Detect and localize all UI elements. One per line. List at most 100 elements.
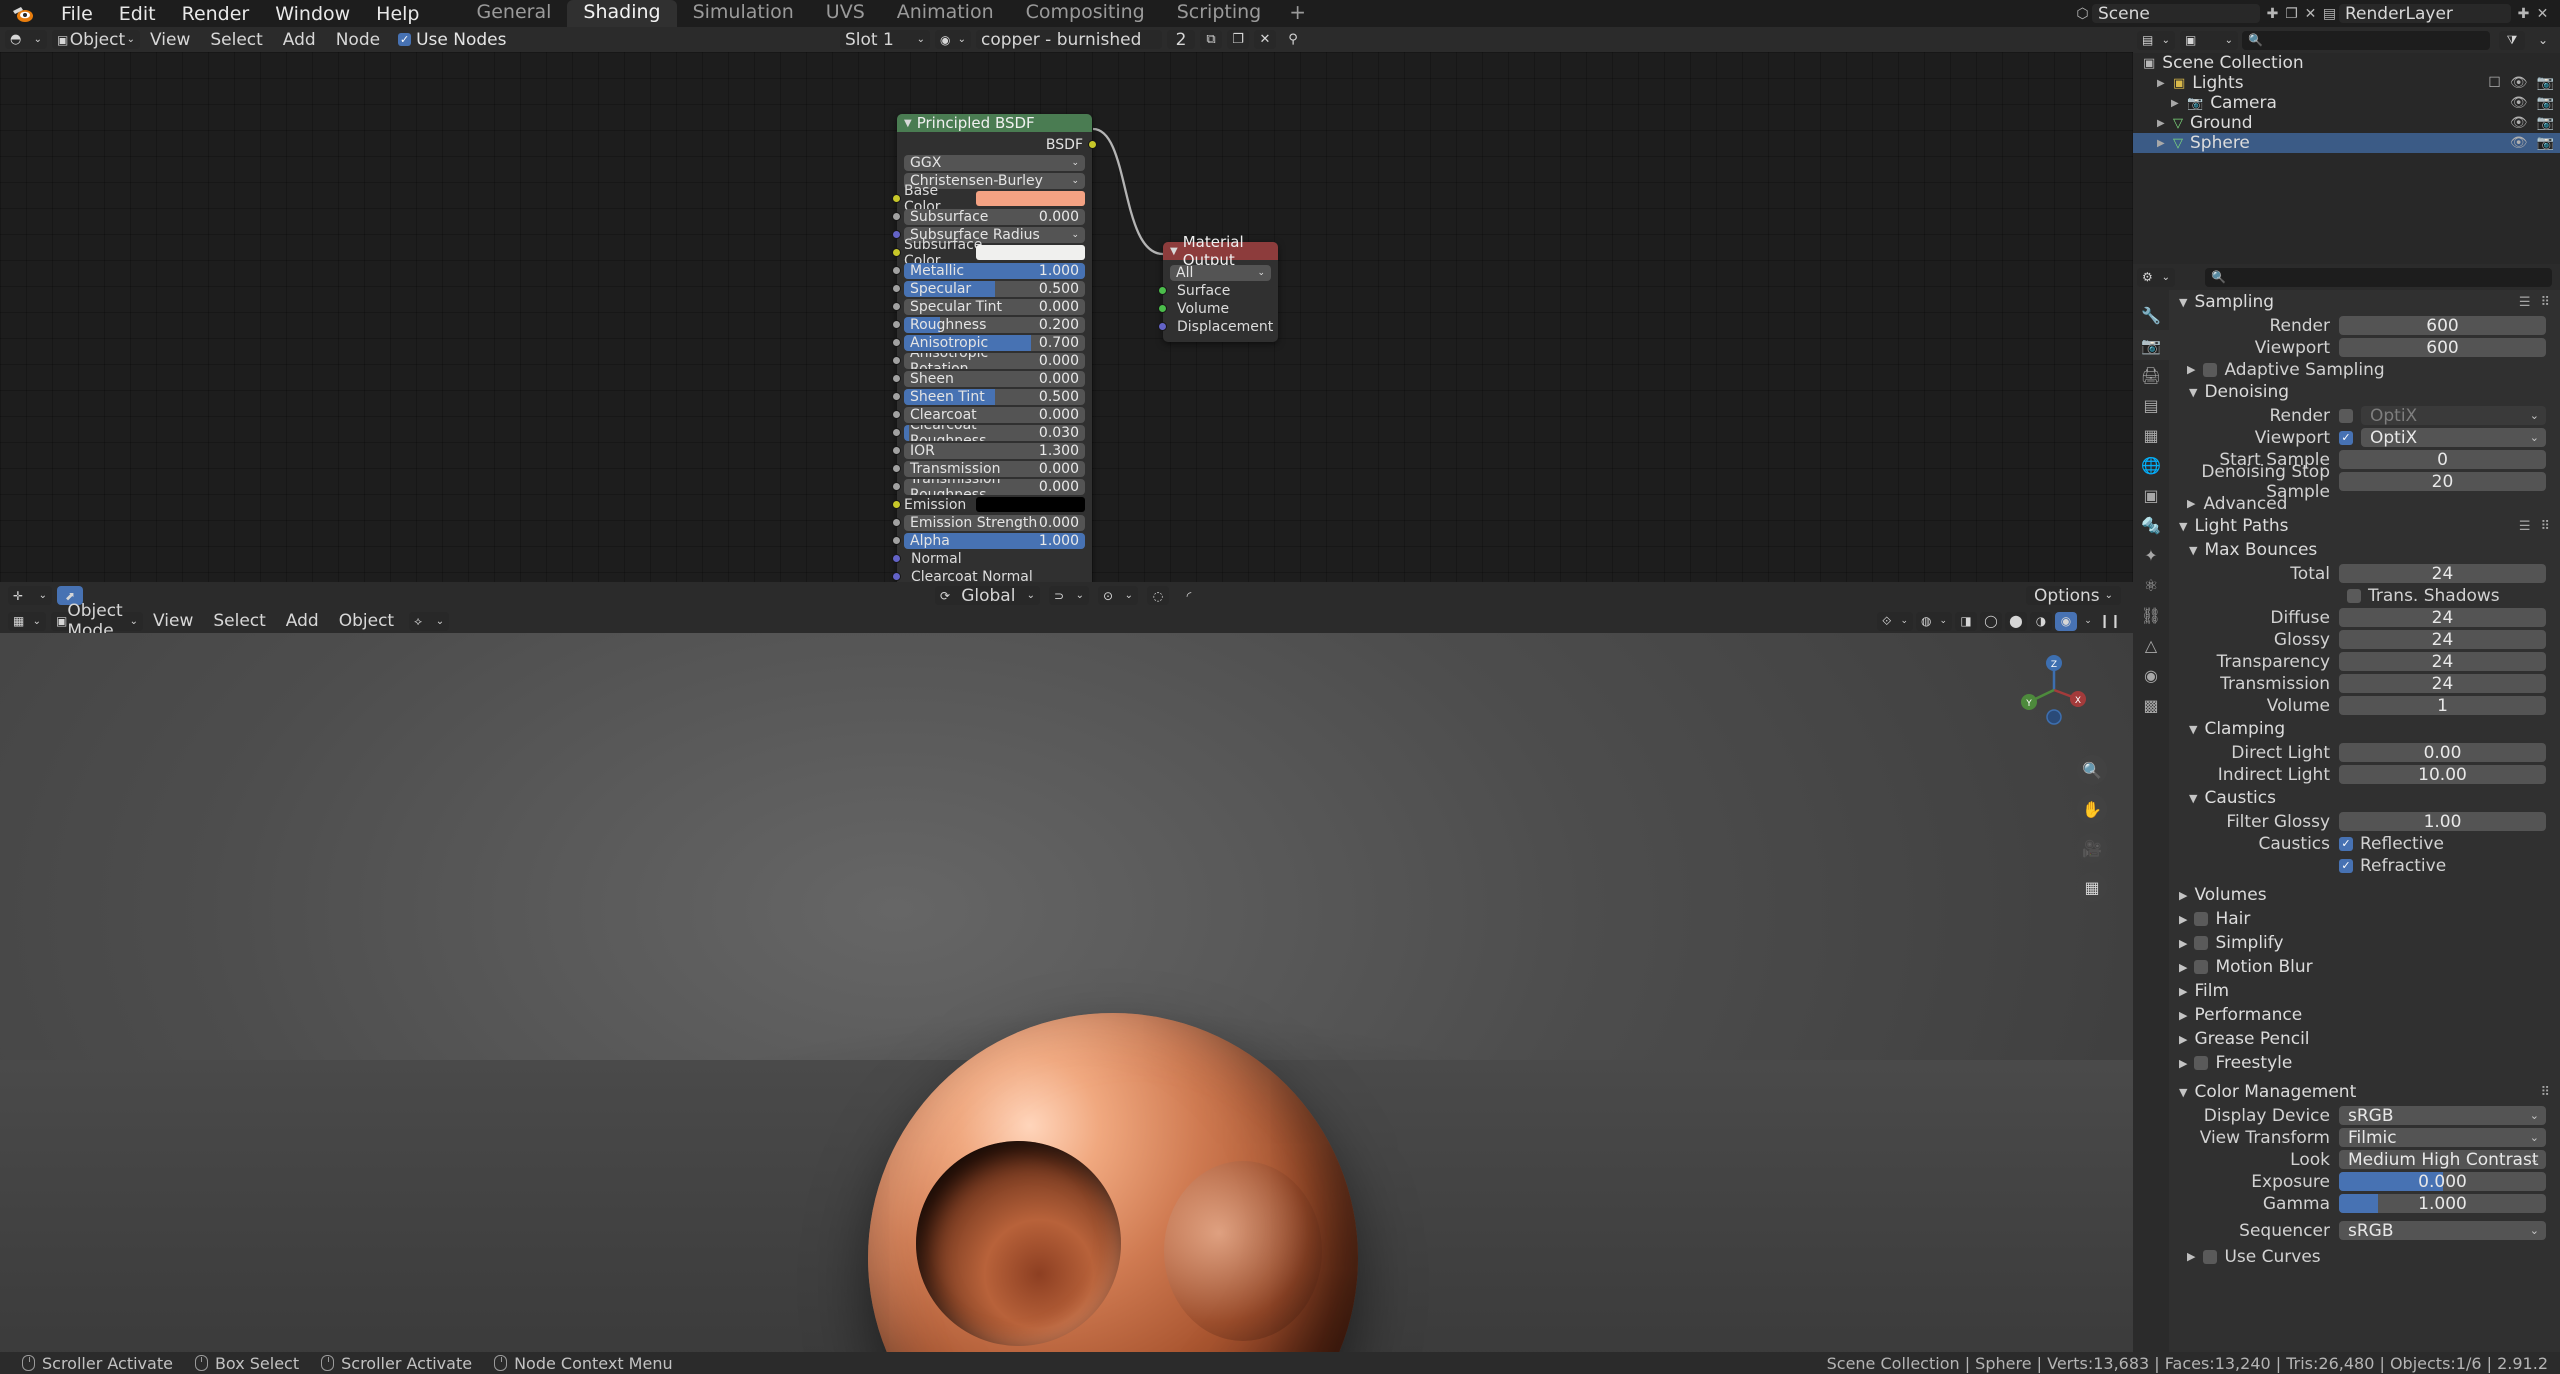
slider-sheen-tint[interactable]: Sheen Tint 0.500 — [904, 388, 1085, 405]
row-adaptive-sampling[interactable]: ▶ Adaptive Sampling — [2169, 359, 2560, 380]
field-bounce-volume[interactable]: 1 — [2339, 696, 2546, 715]
collapse-triangle-icon[interactable]: ▼ — [2179, 1086, 2187, 1099]
slider-ior[interactable]: IOR 1.300 — [904, 442, 1085, 459]
socket-clearcoat[interactable] — [892, 410, 901, 419]
row-render-samples[interactable]: Render 600 — [2169, 315, 2546, 336]
panel-checkbox[interactable] — [2194, 1056, 2209, 1070]
expand-triangle-icon[interactable]: ▶ — [2179, 937, 2187, 950]
socket-displacement[interactable] — [1158, 322, 1167, 331]
socket-clearcoat-normal[interactable] — [892, 572, 901, 581]
field-render-samples[interactable]: 600 — [2339, 316, 2546, 335]
camera-icon[interactable]: 📷 — [2537, 75, 2554, 91]
display-mode-dropdown[interactable]: ▣ ⌄ — [2180, 30, 2238, 50]
eye-icon[interactable]: 👁 — [2510, 115, 2528, 131]
row-use-curves[interactable]: ▶ Use Curves — [2169, 1246, 2560, 1267]
pivot-point-dropdown[interactable]: ⊙ ⌄ — [1098, 586, 1138, 605]
node-row-distribution[interactable]: GGX ⌄ — [904, 154, 1085, 171]
shader-type-selector[interactable]: ▣ Object ⌄ — [52, 30, 140, 50]
row-caustics-reflective[interactable]: Caustics ✓ Reflective — [2169, 833, 2546, 854]
row-display-device[interactable]: Display Device sRGB ⌄ — [2169, 1105, 2546, 1126]
eye-icon[interactable]: 👁 — [2510, 95, 2528, 111]
row-advanced[interactable]: ▶ Advanced — [2169, 493, 2560, 514]
slider-subsurface[interactable]: Subsurface 0.000 — [904, 208, 1085, 225]
panel-header-motion-blur[interactable]: ▶ Motion Blur — [2169, 955, 2560, 979]
node-output-bsdf[interactable]: BSDF — [897, 136, 1097, 153]
expand-triangle-icon[interactable]: ▶ — [2179, 985, 2187, 998]
properties-tab-object[interactable]: ▣ — [2133, 480, 2169, 510]
panel-header-caustics[interactable]: ▼ Caustics — [2169, 786, 2560, 810]
field-exposure[interactable]: 0.000 — [2339, 1172, 2546, 1191]
row-sequencer[interactable]: Sequencer sRGB ⌄ — [2169, 1220, 2546, 1241]
properties-tab-tool[interactable]: 🔧 — [2133, 300, 2169, 330]
proportional-edit-toggle[interactable]: ◌ — [1147, 586, 1169, 605]
row-gamma[interactable]: Gamma 1.000 — [2169, 1193, 2546, 1214]
panel-header-film[interactable]: ▶ Film — [2169, 979, 2560, 1003]
socket-subsurface-color[interactable] — [892, 248, 901, 257]
viewport-canvas[interactable]: Z X Y 🔍 ✋ 🎥 ▦ — [0, 633, 2133, 1360]
shading-wireframe-button[interactable]: ◯ — [1980, 611, 2002, 631]
camera-icon[interactable]: 📷 — [2537, 95, 2554, 111]
field-denoise-render[interactable]: OptiX ⌄ — [2361, 406, 2546, 425]
copy-scene-icon[interactable]: ❐ — [2282, 4, 2301, 23]
outliner-item-ground[interactable]: ▶ ▽ Ground 👁 📷 — [2133, 113, 2560, 133]
copy-material-button[interactable]: ❐ — [1227, 30, 1249, 49]
row-bounce-transmission[interactable]: Transmission 24 — [2169, 673, 2546, 694]
new-viewlayer-icon[interactable]: ✚ — [2514, 4, 2533, 23]
outliner-item-camera[interactable]: ▶ 📷 Camera 👁 📷 — [2133, 93, 2560, 113]
workspace-tab-simulation[interactable]: Simulation — [677, 0, 810, 27]
viewport-options-button[interactable]: Options ⌄ — [2026, 586, 2121, 606]
slider-anisotropic-rotation[interactable]: Anisotropic Rotation 0.000 — [904, 352, 1085, 369]
slider-metallic[interactable]: Metallic 1.000 — [904, 262, 1085, 279]
field-view-transform[interactable]: Filmic ⌄ — [2339, 1128, 2546, 1147]
expand-triangle-icon[interactable]: ▶ — [2171, 98, 2181, 109]
node-row-specular[interactable]: Specular 0.500 — [892, 280, 1085, 297]
node-row-clearcoat-roughness[interactable]: Clearcoat Roughness 0.030 — [892, 424, 1085, 441]
node-row-surface[interactable]: Surface — [1158, 282, 1271, 299]
socket-bsdf-out[interactable] — [1088, 140, 1097, 149]
node-row-normal[interactable]: Normal — [892, 550, 1085, 567]
slider-specular[interactable]: Specular 0.500 — [904, 280, 1085, 297]
properties-editor-type-selector[interactable]: ⚙ ⌄ — [2137, 267, 2175, 287]
properties-tab-particles[interactable]: ✦ — [2133, 540, 2169, 570]
socket-subsurface-radius[interactable] — [892, 230, 901, 239]
menu-window[interactable]: Window — [262, 1, 363, 27]
expand-triangle-icon[interactable]: ▶ — [2157, 78, 2167, 89]
preset-list-icon[interactable]: ☰ — [2519, 295, 2531, 310]
collapse-triangle-icon[interactable]: ▼ — [2189, 723, 2197, 736]
panel-header-denoising[interactable]: ▼ Denoising — [2169, 380, 2560, 404]
socket-emission[interactable] — [892, 500, 901, 509]
panel-checkbox[interactable] — [2194, 936, 2209, 950]
node-row-alpha[interactable]: Alpha 1.000 — [892, 532, 1085, 549]
grid-icon[interactable]: ▦ — [2077, 872, 2107, 902]
socket-emission-strength[interactable] — [892, 518, 901, 527]
panel-header-sampling[interactable]: ▼ Sampling ☰ ⠿ — [2169, 290, 2560, 314]
field-indirect-light[interactable]: 10.00 — [2339, 765, 2546, 784]
node-row-metallic[interactable]: Metallic 1.000 — [892, 262, 1085, 279]
preset-list-icon[interactable]: ☰ — [2519, 519, 2531, 534]
eye-icon[interactable]: 👁 — [2510, 75, 2528, 91]
shading-solid-button[interactable]: ⬤ — [2005, 611, 2027, 631]
node-row-emission[interactable]: Emission — [892, 496, 1085, 513]
outliner-scene-collection[interactable]: ▣ Scene Collection — [2133, 53, 2560, 73]
socket-specular-tint[interactable] — [892, 302, 901, 311]
node-row-volume[interactable]: Volume — [1158, 300, 1271, 317]
proportional-falloff-dropdown[interactable]: ◜ — [1178, 586, 1200, 605]
slider-clearcoat-roughness[interactable]: Clearcoat Roughness 0.030 — [904, 424, 1085, 441]
field-sequencer[interactable]: sRGB ⌄ — [2339, 1221, 2546, 1240]
panel-header-simplify[interactable]: ▶ Simplify — [2169, 931, 2560, 955]
row-filter-glossy[interactable]: Filter Glossy 1.00 — [2169, 811, 2546, 832]
node-header-principled[interactable]: ▼ Principled BSDF — [897, 114, 1092, 132]
panel-header-volumes[interactable]: ▶ Volumes — [2169, 883, 2560, 907]
checkbox-reflective[interactable]: ✓ — [2339, 836, 2353, 851]
unlink-material-button[interactable]: ✕ — [1254, 30, 1276, 49]
field-direct-light[interactable]: 0.00 — [2339, 743, 2546, 762]
properties-tab-constraint[interactable]: ⛓ — [2133, 600, 2169, 630]
properties-tab-world[interactable]: 🌐 — [2133, 450, 2169, 480]
material-name-field[interactable]: copper - burnished — [976, 30, 1162, 50]
pin-button[interactable]: ⚲ — [1281, 30, 1305, 49]
viewlayer-field[interactable]: RenderLayer — [2339, 4, 2511, 24]
row-trans-shadows[interactable]: Trans. Shadows — [2169, 585, 2560, 606]
shading-rendered-button[interactable]: ◉ — [2055, 611, 2077, 631]
collapse-triangle-icon[interactable]: ▼ — [2189, 544, 2197, 557]
outliner-new-button[interactable]: ⌄ — [2530, 31, 2556, 50]
